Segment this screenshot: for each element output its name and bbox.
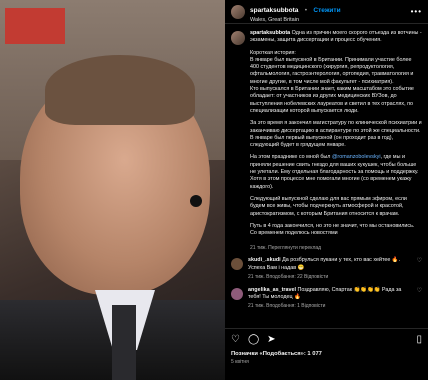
photo-earring <box>190 195 202 207</box>
commenter-avatar[interactable] <box>231 258 243 271</box>
comment-item: angelika_as_travel Поздравляю, Спартак 👏… <box>231 287 422 310</box>
share-icon[interactable]: ➤ <box>267 335 275 345</box>
comment-like-icon[interactable]: ♡ <box>417 257 422 280</box>
caption-paragraph-3: За это время я закончил магистратуру по … <box>250 120 422 149</box>
author-username[interactable]: spartaksubbota <box>250 7 298 14</box>
caption-avatar[interactable] <box>231 31 245 45</box>
follow-button[interactable]: Стежити <box>313 7 340 14</box>
comment-icon[interactable]: ◯ <box>248 335 259 345</box>
photo-tie <box>112 305 136 380</box>
post-footer: ♡ ◯ ➤ ▯ Позначки «Подобається»: 1 077 5 … <box>225 328 428 380</box>
heart-icon[interactable]: ♡ <box>231 335 240 345</box>
caption-username[interactable]: spartaksubbota <box>250 30 290 36</box>
post-modal: spartaksubbota • Стежити Wales, Great Br… <box>0 0 428 380</box>
caption-paragraph-4: На этом празднике со мной был <box>250 154 331 161</box>
post-caption: spartaksubbota Одна из причин моего скор… <box>231 30 422 242</box>
action-bar: ♡ ◯ ➤ ▯ <box>231 333 422 347</box>
comment-item: skudi_.skudi Да розбрулься пукани у тех,… <box>231 257 422 280</box>
post-location[interactable]: Wales, Great Britain <box>250 17 341 24</box>
red-banner <box>5 8 65 44</box>
post-photo <box>0 0 225 380</box>
post-side-panel: spartaksubbota • Стежити Wales, Great Br… <box>225 0 428 380</box>
caption-paragraph-5: Следующий выпускной сделаю для вас прямы… <box>250 195 407 217</box>
author-avatar[interactable] <box>231 4 245 19</box>
post-date: 5 квітня <box>231 359 249 365</box>
caption-mention-link[interactable]: @romanzobolevskyi <box>332 154 381 160</box>
photo-hair <box>45 55 195 125</box>
comments-scroll-area[interactable]: spartaksubbota Одна из причин моего скор… <box>225 26 428 328</box>
comment-like-icon[interactable]: ♡ <box>417 287 422 310</box>
post-header: spartaksubbota • Стежити Wales, Great Br… <box>225 0 428 24</box>
separator-dot: • <box>304 7 307 14</box>
caption-paragraph-2: Короткая история: В январе был выпускной… <box>250 49 414 114</box>
comment-meta[interactable]: 21 тиж. Вподобання: 1 Відповісти <box>248 303 413 310</box>
bookmark-icon[interactable]: ▯ <box>416 335 422 345</box>
commenter-avatar[interactable] <box>231 287 243 300</box>
commenter-username[interactable]: angelika_as_travel <box>248 287 296 293</box>
caption-paragraph-6: Путь в 4 года закончился, но это не знач… <box>250 222 415 237</box>
commenter-username[interactable]: skudi_.skudi <box>248 257 281 263</box>
more-options-icon[interactable]: ••• <box>411 7 422 16</box>
caption-meta[interactable]: 21 тиж. Переглянути переклад <box>250 245 422 251</box>
comment-meta[interactable]: 21 тиж. Вподобання: 22 Відповісти <box>248 274 413 281</box>
likes-count[interactable]: Позначки «Подобається»: 1 077 <box>231 351 422 357</box>
